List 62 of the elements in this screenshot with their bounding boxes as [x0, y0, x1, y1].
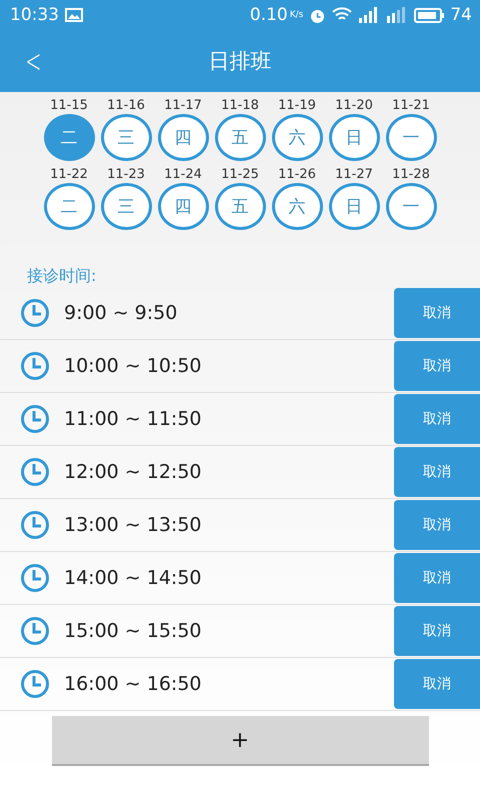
section-label: 接诊时间: — [27, 266, 96, 287]
back-button[interactable]: < — [22, 42, 46, 80]
day-date: 11-24 — [164, 167, 202, 183]
weekday-button[interactable]: 六 — [272, 114, 322, 161]
weekday-button[interactable]: 五 — [214, 183, 266, 230]
cancel-button[interactable]: 取消 — [394, 447, 480, 497]
time-slot: 14:00 ~ 14:50 — [64, 567, 394, 589]
clock-icon — [20, 563, 50, 593]
weekday-button[interactable]: 三 — [100, 183, 152, 230]
image-icon — [65, 8, 83, 22]
clock-icon — [20, 510, 50, 540]
day-date: 11-16 — [107, 98, 145, 114]
weekday-button[interactable]: 二 — [44, 183, 94, 230]
weekday-button[interactable]: 一 — [386, 114, 436, 161]
time-slot: 16:00 ~ 16:50 — [64, 673, 394, 695]
clock-icon — [20, 616, 50, 646]
weekday-button[interactable]: 一 — [386, 183, 436, 230]
day-date: 11-23 — [107, 167, 145, 183]
speed-unit: K/s — [290, 10, 304, 20]
battery-level: 74 — [450, 5, 472, 25]
network-speed: 0.10 — [250, 5, 288, 25]
cancel-button[interactable]: 取消 — [394, 553, 480, 603]
clock-icon — [20, 298, 50, 328]
day-date: 11-15 — [50, 98, 88, 114]
weekday-button[interactable]: 四 — [158, 114, 208, 161]
cancel-button[interactable]: 取消 — [394, 341, 480, 391]
day-date: 11-22 — [50, 167, 88, 183]
day-date: 11-28 — [392, 167, 430, 183]
time-slot: 12:00 ~ 12:50 — [64, 461, 394, 483]
clock-icon — [20, 351, 50, 381]
cancel-button[interactable]: 取消 — [394, 606, 480, 656]
cancel-button[interactable]: 取消 — [394, 288, 480, 338]
time-slot: 15:00 ~ 15:50 — [64, 620, 394, 642]
screen-title: 日排班 — [208, 48, 272, 75]
day-date: 11-18 — [221, 98, 259, 114]
weekday-button[interactable]: 日 — [328, 114, 380, 161]
time-slot: 11:00 ~ 11:50 — [64, 408, 394, 430]
clock-icon — [20, 404, 50, 434]
weekday-button[interactable]: 五 — [214, 114, 266, 161]
day-date: 11-25 — [221, 167, 259, 183]
time-slot: 13:00 ~ 13:50 — [64, 514, 394, 536]
battery-icon — [414, 8, 444, 22]
clock-icon — [20, 457, 50, 487]
weekday-button[interactable]: 四 — [158, 183, 208, 230]
cancel-button[interactable]: 取消 — [394, 500, 480, 550]
day-date: 11-21 — [392, 98, 430, 114]
day-date: 11-19 — [278, 98, 316, 114]
weekday-button[interactable]: 日 — [328, 183, 380, 230]
cancel-button[interactable]: 取消 — [394, 659, 480, 709]
weekday-button[interactable]: 六 — [272, 183, 322, 230]
cancel-button[interactable]: 取消 — [394, 394, 480, 444]
weekday-button[interactable]: 三 — [100, 114, 152, 161]
day-date: 11-17 — [164, 98, 202, 114]
day-date: 11-27 — [335, 167, 373, 183]
status-time: 10:33 — [10, 5, 59, 25]
clock-icon — [20, 669, 50, 699]
add-button[interactable]: + — [52, 716, 428, 766]
day-date: 11-26 — [278, 167, 316, 183]
weekday-button[interactable]: 二 — [44, 114, 94, 161]
time-slot: 9:00 ~ 9:50 — [64, 302, 394, 324]
time-slot: 10:00 ~ 10:50 — [64, 355, 394, 377]
day-date: 11-20 — [335, 98, 373, 114]
